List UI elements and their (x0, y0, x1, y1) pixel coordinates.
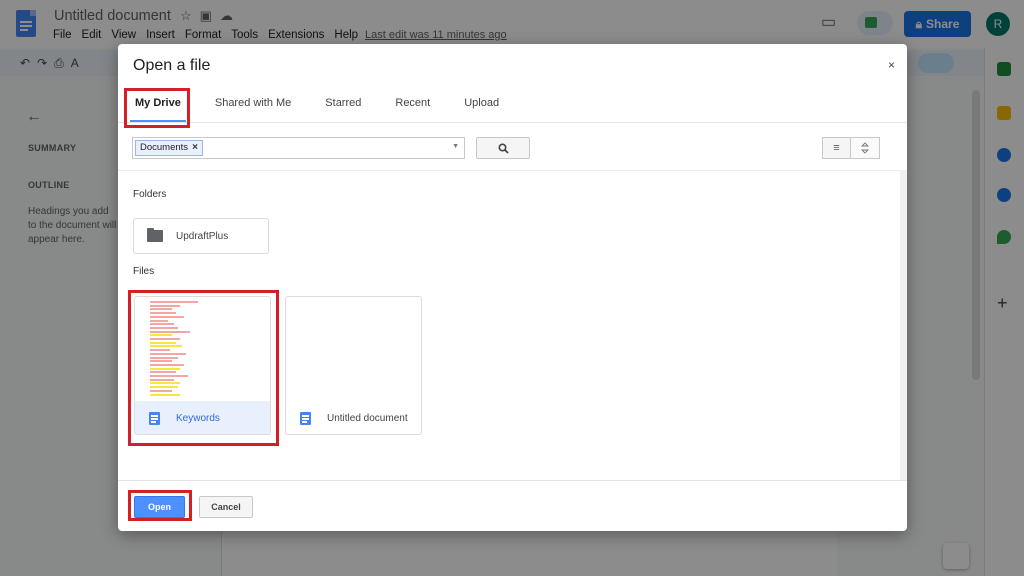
file-card-untitled-document[interactable]: Untitled document (285, 296, 422, 435)
file-name: Untitled document (327, 413, 408, 424)
thumbnail-text-line (150, 301, 198, 303)
thumbnail-text-line (150, 319, 168, 322)
thumbnail-text-line (150, 371, 176, 374)
folder-updraftplus[interactable]: UpdraftPlus (133, 218, 269, 254)
search-input[interactable]: Documents × ▼ (132, 137, 465, 159)
tab-my-drive[interactable]: My Drive (118, 86, 198, 122)
thumbnail-text-line (150, 367, 180, 370)
dialog-title: Open a file (133, 57, 211, 74)
chevron-down-icon[interactable]: ▼ (452, 143, 459, 150)
thumbnail-text-line (150, 338, 180, 340)
view-toggle: ≡ (822, 137, 880, 159)
tab-upload[interactable]: Upload (447, 86, 516, 122)
documents-filter-chip: Documents × (135, 140, 203, 156)
thumbnail-text-line (150, 363, 184, 366)
thumbnail-text-line (150, 312, 176, 315)
thumbnail-text-line (150, 393, 180, 396)
doc-file-icon (149, 412, 160, 425)
thumbnail-text-line (150, 349, 170, 352)
thumbnail-text-line (150, 315, 184, 318)
thumbnail-text-line (150, 356, 178, 359)
file-browser-scrollbar[interactable] (900, 170, 907, 480)
search-icon (497, 142, 509, 154)
tab-starred[interactable]: Starred (308, 86, 378, 122)
thumbnail-text-line (150, 375, 188, 377)
tab-shared-with-me[interactable]: Shared with Me (198, 86, 308, 122)
sort-arrows-icon (860, 142, 870, 154)
thumbnail-text-line (150, 330, 190, 333)
files-label: Files (133, 266, 155, 277)
thumbnail-text-line (150, 308, 172, 311)
open-file-dialog: Open a file × My Drive Shared with Me St… (118, 44, 907, 531)
list-view-icon[interactable]: ≡ (822, 137, 851, 159)
picker-tabs: My Drive Shared with Me Starred Recent U… (118, 86, 907, 123)
file-thumbnail (135, 297, 270, 401)
thumbnail-text-line (150, 382, 180, 385)
doc-file-icon (300, 412, 311, 425)
close-icon[interactable]: × (888, 58, 895, 72)
file-card-footer: Untitled document (286, 401, 421, 434)
thumbnail-text-line (150, 334, 172, 337)
thumbnail-text-line (150, 323, 174, 326)
folder-icon (147, 228, 163, 242)
thumbnail-text-line (150, 389, 172, 392)
thumbnail-text-line (150, 352, 186, 355)
open-button[interactable]: Open (134, 496, 185, 518)
file-thumbnail (286, 297, 421, 401)
thumbnail-text-line (150, 326, 178, 329)
chip-label: Documents (140, 142, 189, 153)
chip-remove-icon[interactable]: × (192, 141, 198, 155)
thumbnail-text-line (150, 378, 174, 381)
thumbnail-text-line (150, 345, 182, 348)
file-card-footer: Keywords (135, 401, 270, 434)
search-button[interactable] (476, 137, 530, 159)
thumbnail-text-line (150, 304, 180, 307)
thumbnail-text-line (150, 360, 172, 363)
cancel-button[interactable]: Cancel (199, 496, 253, 518)
sort-icon[interactable] (851, 137, 880, 159)
thumbnail-text-line (150, 341, 176, 344)
file-name: Keywords (176, 413, 220, 424)
thumbnail-text-line (150, 386, 178, 389)
folder-name: UpdraftPlus (176, 230, 229, 242)
file-card-keywords[interactable]: Keywords (134, 296, 271, 435)
tab-recent[interactable]: Recent (378, 86, 447, 122)
folders-label: Folders (133, 189, 167, 200)
